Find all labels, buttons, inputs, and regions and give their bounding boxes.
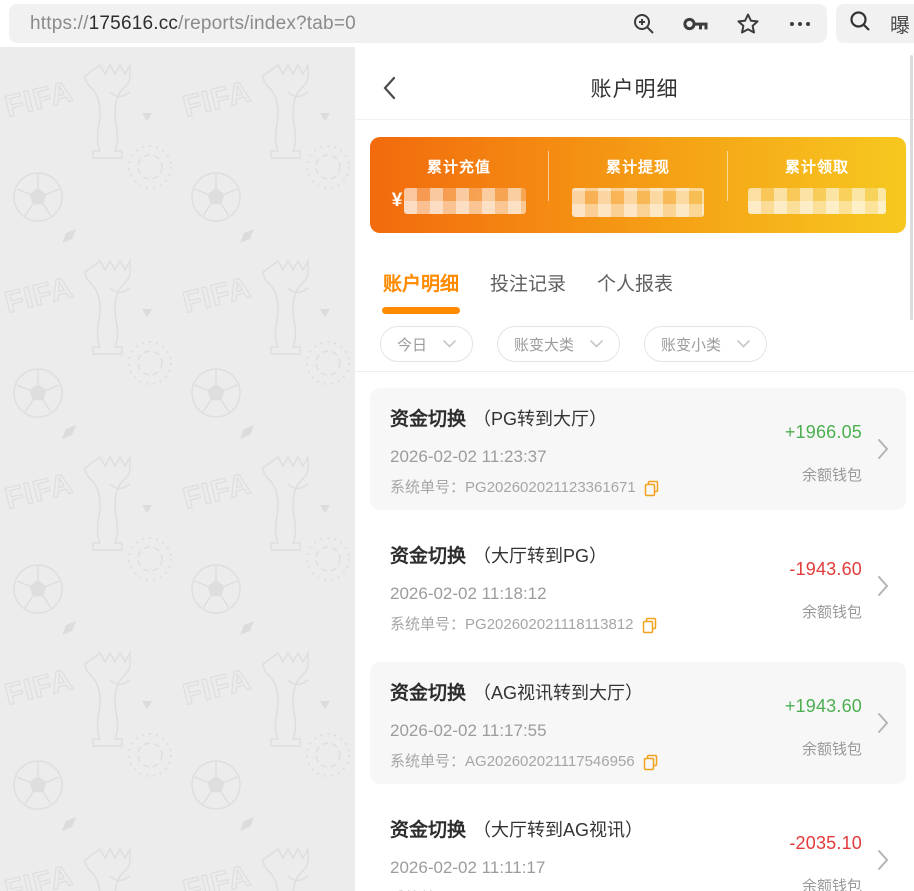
txn-direction: （大厅转到PG） [473,543,607,569]
search-icon[interactable] [848,9,872,38]
txn-amount: +1966.05 [785,420,862,444]
ellipsis-menu-icon[interactable] [787,11,813,37]
txn-order-number: AG202602021117546956 [465,752,635,772]
txn-datetime: 2026-02-02 11:18:12 [390,583,742,605]
txn-direction: （AG视讯转到大厅） [473,680,643,706]
txn-type: 资金切换 [390,818,466,844]
transaction-row[interactable]: 资金切换 （大厅转到PG） 2026-02-02 11:18:12 系统单号： … [370,525,906,647]
summary-withdraw: 累计提现 [549,137,727,233]
filter-date-dropdown[interactable]: 今日 [380,326,473,362]
app-panel: 账户明细 累计充值 ¥ 累计提现 累计领取 [355,47,914,891]
active-tab-underline [382,307,460,314]
filter-major-category-dropdown[interactable]: 账变大类 [497,326,620,362]
address-bar[interactable]: https://175616.cc/reports/index?tab=0 [9,4,827,43]
transaction-list: 资金切换 （PG转到大厅） 2026-02-02 11:23:37 系统单号： … [355,388,914,891]
txn-direction: （大厅转到AG视讯） [473,817,643,843]
txn-datetime: 2026-02-02 11:23:37 [390,446,742,468]
screen: https://175616.cc/reports/index?tab=0 [0,0,914,891]
txn-type: 资金切换 [390,681,466,707]
txn-wallet: 余额钱包 [802,738,862,759]
txn-wallet: 余额钱包 [802,875,862,891]
summary-card: 累计充值 ¥ 累计提现 累计领取 [370,137,906,233]
txn-order-number: PG202602021123361671 [465,478,636,498]
filter-bar: 今日 账变大类 账变小类 [355,326,914,362]
key-icon[interactable] [683,11,709,37]
masked-value [748,188,886,214]
summary-deposit: 累计充值 ¥ [370,137,548,233]
masked-value [572,188,704,217]
tab-account-details[interactable]: 账户明细 [382,272,460,314]
zoom-in-icon[interactable] [631,11,657,37]
summary-claim: 累计领取 [728,137,906,233]
copy-icon[interactable] [644,480,659,497]
scrollbar-thumb[interactable] [910,55,913,320]
transaction-row[interactable]: 资金切换 （AG视讯转到大厅） 2026-02-02 11:17:55 系统单号… [370,662,906,784]
summary-deposit-label: 累计充值 [427,156,491,177]
txn-datetime: 2026-02-02 11:11:17 [390,857,742,879]
masked-value [404,188,526,214]
app-header: 账户明细 [355,47,914,120]
transaction-row[interactable]: 资金切换 （PG转到大厅） 2026-02-02 11:23:37 系统单号： … [370,388,906,510]
chevron-down-icon [590,340,603,348]
chevron-down-icon [737,340,750,348]
browser-topbar: https://175616.cc/reports/index?tab=0 [0,0,914,47]
tab-personal-report[interactable]: 个人报表 [596,272,674,314]
chevron-down-icon [443,340,456,348]
list-divider [355,371,914,372]
txn-order-label: 系统单号： [390,752,465,772]
transaction-row[interactable]: 资金切换 （大厅转到AG视讯） 2026-02-02 11:11:17 系统单号… [370,799,906,891]
txn-direction: （PG转到大厅） [473,406,607,432]
filter-minor-category-dropdown[interactable]: 账变小类 [644,326,767,362]
bookmark-star-icon[interactable] [735,11,761,37]
url-text: https://175616.cc/reports/index?tab=0 [30,13,619,35]
txn-order-label: 系统单号： [390,615,465,635]
txn-amount: -2035.10 [789,831,862,855]
txn-datetime: 2026-02-02 11:17:55 [390,720,742,742]
copy-icon[interactable] [643,754,658,771]
yuan-symbol: ¥ [392,190,403,212]
back-button[interactable] [381,73,409,103]
page-title: 账户明细 [591,73,679,103]
browser-search-box[interactable]: 曝 [836,4,914,43]
chevron-right-icon [877,438,889,465]
chevron-right-icon [877,849,889,876]
tab-bet-records[interactable]: 投注记录 [489,272,567,314]
txn-wallet: 余额钱包 [802,464,862,485]
summary-withdraw-label: 累计提现 [606,156,670,177]
txn-amount: +1943.60 [785,694,862,718]
txn-wallet: 余额钱包 [802,601,862,622]
txn-order-label: 系统单号： [390,478,465,498]
tab-bar: 账户明细 投注记录 个人报表 [355,272,914,314]
search-query-text: 曝 [890,9,910,38]
txn-type: 资金切换 [390,544,466,570]
fifa-watermark-background: FIFA [0,47,355,891]
copy-icon[interactable] [642,617,657,634]
summary-claim-label: 累计领取 [785,156,849,177]
chevron-right-icon [877,712,889,739]
address-bar-icons [631,11,813,37]
txn-order-number: PG202602021118113812 [465,615,634,635]
chevron-right-icon [877,575,889,602]
txn-type: 资金切换 [390,407,466,433]
txn-amount: -1943.60 [789,557,862,581]
